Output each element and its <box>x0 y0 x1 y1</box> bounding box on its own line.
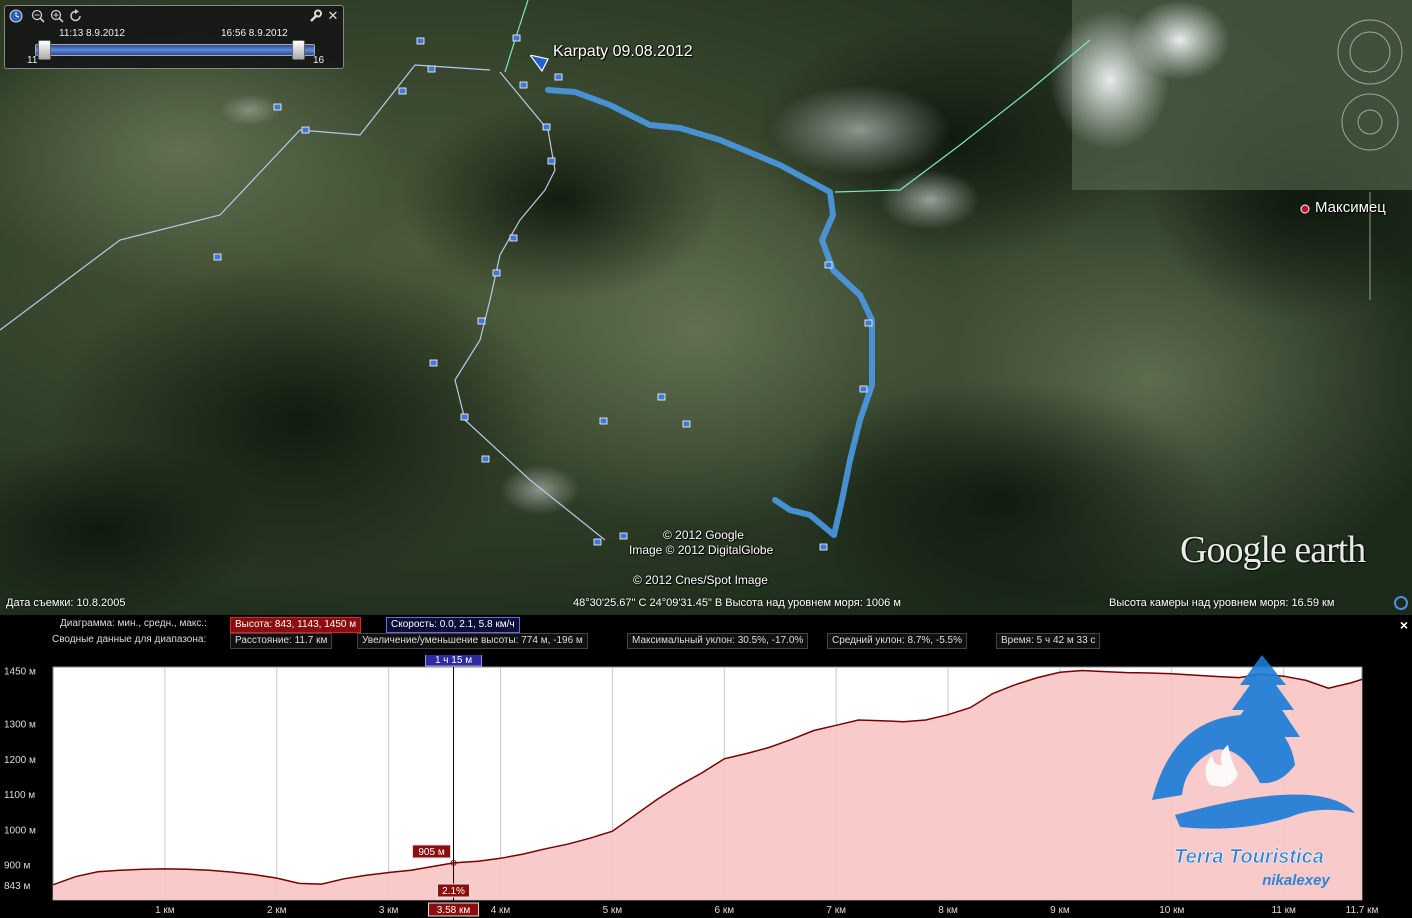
time-start-number: 11 <box>27 55 38 66</box>
y-tick-label: 1000 м <box>4 825 36 836</box>
time-start-handle[interactable] <box>38 40 51 60</box>
distance-value: Расстояние: 11.7 км <box>230 633 333 649</box>
track-name-label[interactable]: Karpaty 09.08.2012 <box>553 43 693 61</box>
y-tick-label: 1450 м <box>4 667 36 678</box>
time-start-label: 11:13 8.9.2012 <box>59 28 125 39</box>
speed-stats-toggle[interactable]: Скорость: 0.0, 2.1, 5.8 км/ч <box>386 617 520 633</box>
x-tick-label: 11.7 км <box>1346 905 1379 916</box>
wrench-icon[interactable] <box>308 9 322 23</box>
loop-icon[interactable] <box>69 9 83 23</box>
status-bar: Дата съемки: 10.8.2005 48°30'25.67" С 24… <box>0 592 1412 615</box>
clock-icon[interactable] <box>9 9 23 23</box>
place-marker <box>1300 204 1310 214</box>
cursor-slope-label: 2.1% <box>442 886 465 897</box>
range-summary-label: Сводные данные для диапазона: <box>52 634 207 645</box>
map-view[interactable]: Karpaty 09.08.2012 Максимец © 2012 Googl… <box>0 0 1412 615</box>
cursor-coordinates: 48°30'25.67" С 24°09'31.45" В Высота над… <box>573 597 901 609</box>
x-tick-label: 10 км <box>1159 905 1184 916</box>
y-tick-label: 900 м <box>4 861 30 872</box>
x-tick-label: 8 км <box>938 905 958 916</box>
camera-altitude: Высота камеры над уровнем моря: 16.59 км <box>1109 597 1335 609</box>
y-tick-label: 1100 м <box>4 790 35 801</box>
copyright-digitalglobe: Image © 2012 DigitalGlobe <box>629 543 774 557</box>
cursor-elevation-label: 905 м <box>418 847 444 858</box>
zoom-in-icon[interactable] <box>50 9 64 23</box>
time-slider-track[interactable] <box>35 44 315 56</box>
x-tick-label: 11 км <box>1271 905 1296 916</box>
chart-stats-label: Диаграмма: мин., средн., макс.: <box>60 618 207 629</box>
google-earth-logo: Google earth <box>1180 529 1366 571</box>
close-profile-button[interactable]: × <box>1400 617 1408 633</box>
max-slope-value: Максимальный уклон: 30.5%, -17.0% <box>627 633 809 649</box>
streaming-icon <box>1394 596 1408 610</box>
close-icon[interactable]: ✕ <box>326 9 340 23</box>
watermark-author: nikalexey <box>1262 872 1330 889</box>
imagery-date: Дата съемки: 10.8.2005 <box>6 597 126 609</box>
elevation-profile-panel: Диаграмма: мин., средн., макс.: Высота: … <box>0 615 1412 918</box>
cursor-time-label: 1 ч 15 м <box>435 655 472 666</box>
x-tick-label: 9 км <box>1050 905 1070 916</box>
time-end-number: 16 <box>313 55 325 66</box>
track-start-icon[interactable] <box>530 55 550 73</box>
time-value: Время: 5 ч 42 м 33 с <box>996 633 1101 649</box>
copyright-cnes: © 2012 Cnes/Spot Image <box>633 573 768 587</box>
x-tick-label: 6 км <box>714 905 734 916</box>
x-tick-label: 4 км <box>491 905 511 916</box>
time-end-handle[interactable] <box>292 40 305 60</box>
cursor-distance-label: 3.58 км <box>437 905 471 916</box>
y-tick-label: 843 м <box>4 881 30 892</box>
zoom-out-icon[interactable] <box>31 9 45 23</box>
y-tick-label: 1200 м <box>4 755 36 766</box>
x-tick-label: 2 км <box>267 905 287 916</box>
x-tick-label: 5 км <box>603 905 623 916</box>
satellite-imagery <box>0 0 1412 615</box>
copyright-google: © 2012 Google <box>663 528 744 542</box>
x-tick-label: 1 км <box>155 905 175 916</box>
x-tick-label: 7 км <box>826 905 846 916</box>
time-end-label: 16:56 8.9.2012 <box>221 28 288 39</box>
avg-slope-value: Средний уклон: 8.7%, -5.5% <box>827 633 967 649</box>
elevation-chart[interactable]: 1 км 2 км 3 км 4 км 5 км 6 км 7 км 8 км 9 км 10 к… <box>0 655 1412 918</box>
time-slider-panel: ✕ 11:13 8.9.2012 16:56 8.9.2012 11 16 <box>4 5 344 69</box>
watermark-title: Terra Touristica <box>1174 846 1324 868</box>
elevation-change-value: Увеличение/уменьшение высоты: 774 м, -19… <box>357 633 588 649</box>
altitude-stats-toggle[interactable]: Высота: 843, 1143, 1450 м <box>230 617 362 633</box>
x-tick-label: 3 км <box>379 905 399 916</box>
place-label[interactable]: Максимец <box>1315 199 1386 216</box>
y-tick-label: 1300 м <box>4 719 36 730</box>
